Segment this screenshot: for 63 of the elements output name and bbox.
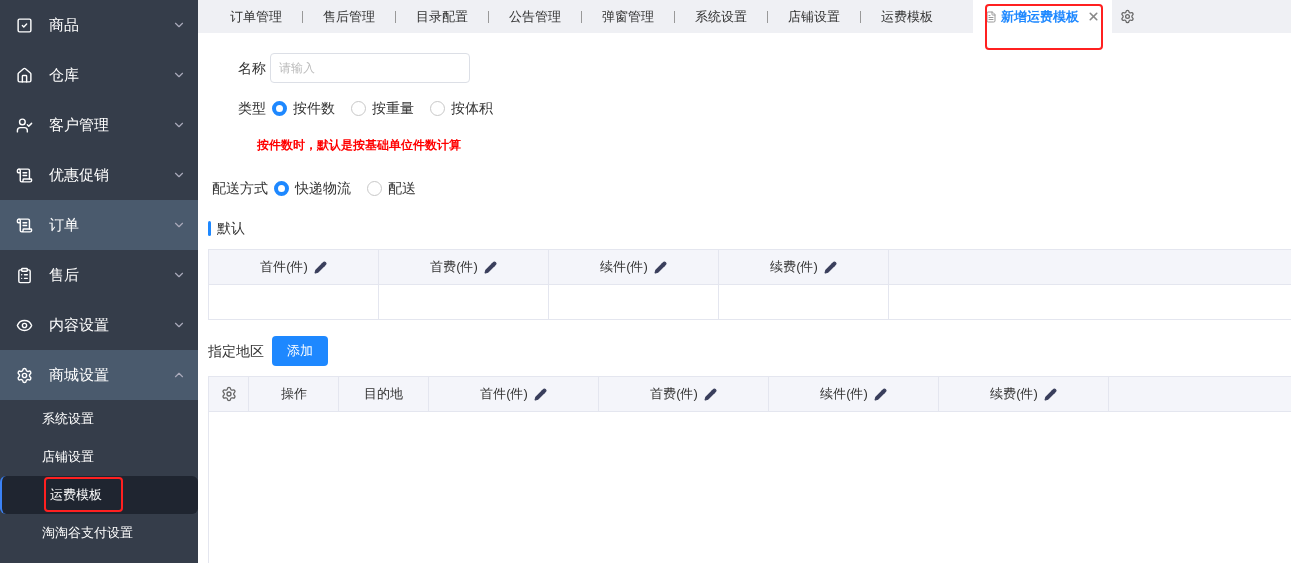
menu-icon	[16, 366, 33, 384]
pencil-icon[interactable]	[533, 387, 547, 401]
pencil-icon[interactable]	[653, 260, 667, 274]
column-header: 首件(件)	[209, 250, 379, 284]
column-header: 首费(件)	[599, 377, 769, 411]
menu-icon	[16, 166, 33, 184]
tab[interactable]: 店铺设置	[768, 6, 860, 27]
submenu-item[interactable]: 淘淘谷支付设置	[0, 514, 198, 552]
sidebar-item[interactable]: 商城设置	[0, 350, 198, 400]
pencil-icon[interactable]	[313, 260, 327, 274]
radio-option[interactable]: 快递物流	[274, 177, 351, 199]
sidebar-item[interactable]: 仓库	[0, 50, 198, 100]
tab[interactable]: 售后管理	[303, 6, 395, 27]
section-title: 指定地区	[208, 341, 264, 361]
pencil-icon[interactable]	[1043, 387, 1057, 401]
section-marker	[208, 221, 211, 236]
close-icon[interactable]	[1087, 10, 1100, 23]
field-label: 名称	[238, 58, 266, 78]
field-label: 配送方式	[212, 178, 268, 198]
hint-text: 按件数时，默认是按基础单位件数计算	[256, 137, 462, 154]
name-input[interactable]: 请输入	[270, 53, 470, 83]
column-header: 续费(件)	[939, 377, 1109, 411]
menu-icon	[16, 266, 33, 284]
tab[interactable]: 目录配置	[396, 6, 488, 27]
tab[interactable]: 弹窗管理	[582, 6, 674, 27]
sidebar-item[interactable]: 售后	[0, 250, 198, 300]
sidebar-item[interactable]: 客户管理	[0, 100, 198, 150]
menu-icon	[16, 216, 33, 234]
tab[interactable]: 运费模板	[861, 6, 953, 27]
radio-option[interactable]: 配送	[367, 177, 416, 199]
menu-icon	[16, 16, 33, 34]
column-header: 首件(件)	[429, 377, 599, 411]
submenu-item[interactable]: 运费模板	[0, 476, 198, 514]
tab[interactable]: 订单管理	[210, 6, 302, 27]
sidebar-item[interactable]: 商品	[0, 0, 198, 50]
tab[interactable]: 公告管理	[489, 6, 581, 27]
column-header: 续费(件)	[719, 250, 889, 284]
tab[interactable]: 系统设置	[675, 6, 767, 27]
radio-option[interactable]: 按重量	[351, 97, 414, 119]
column-header: 目的地	[339, 377, 429, 411]
pencil-icon[interactable]	[483, 260, 497, 274]
settings-icon[interactable]	[1120, 9, 1135, 24]
tab[interactable]: 新增运费模板	[973, 0, 1112, 33]
settings-icon[interactable]	[220, 386, 237, 402]
column-header: 首费(件)	[379, 250, 549, 284]
column-header: 续件(件)	[769, 377, 939, 411]
sidebar-item[interactable]: 内容设置	[0, 300, 198, 350]
menu-icon	[16, 66, 33, 84]
pencil-icon[interactable]	[873, 387, 887, 401]
sidebar-item[interactable]: 优惠促销	[0, 150, 198, 200]
column-header: 续件(件)	[549, 250, 719, 284]
field-label: 类型	[238, 98, 266, 118]
pencil-icon[interactable]	[703, 387, 717, 401]
document-icon	[985, 10, 997, 23]
pencil-icon[interactable]	[823, 260, 837, 274]
submenu-item[interactable]: 店铺设置	[0, 438, 198, 476]
radio-option[interactable]: 按体积	[430, 97, 493, 119]
menu-icon	[16, 116, 33, 134]
radio-option[interactable]: 按件数	[272, 97, 335, 119]
column-header: 操作	[249, 377, 339, 411]
sidebar-item[interactable]: 订单	[0, 200, 198, 250]
submenu-item[interactable]: 系统设置	[0, 400, 198, 438]
section-title: 默认	[217, 219, 245, 238]
